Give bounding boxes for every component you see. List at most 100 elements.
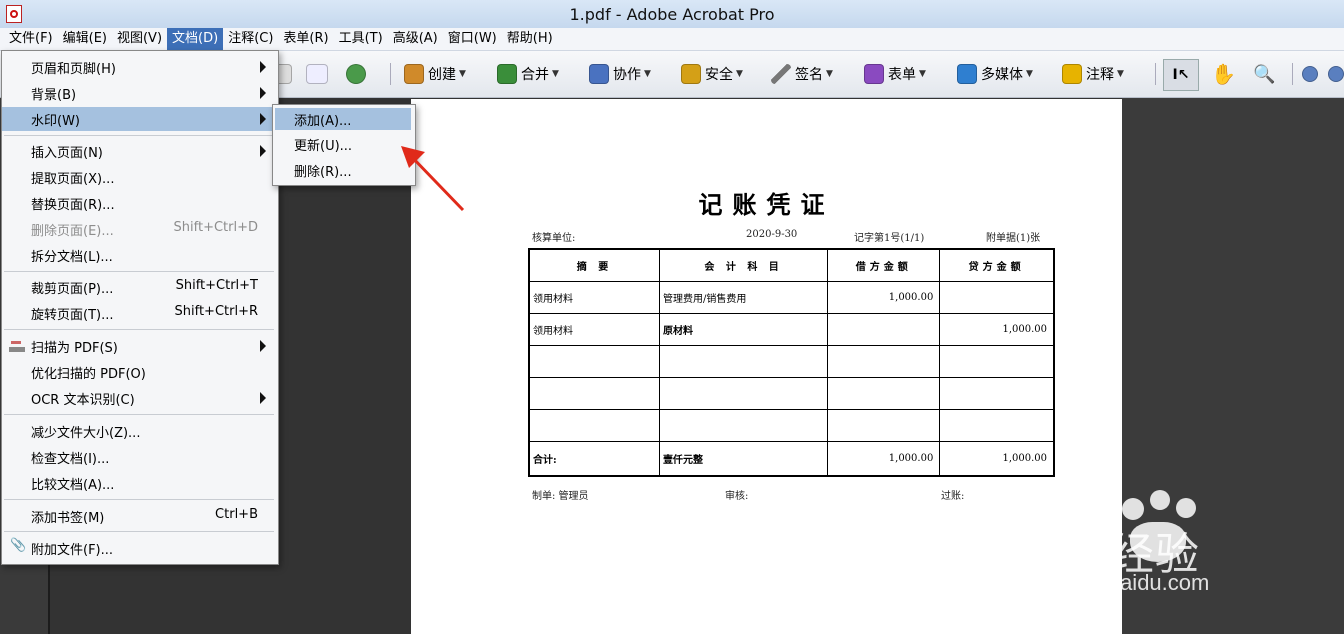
title-bar: 1.pdf - Adobe Acrobat Pro bbox=[0, 0, 1344, 28]
menu-item-optimize-scanned-pdf[interactable]: 优化扫描的 PDF(O) bbox=[2, 360, 278, 384]
menu-item-replace-pages[interactable]: 替换页面(R)... bbox=[2, 191, 278, 215]
toolbar-separator bbox=[390, 63, 391, 85]
menu-forms[interactable]: 表单(R) bbox=[278, 28, 333, 50]
collaborate-icon bbox=[589, 64, 609, 84]
menu-item-label: 拆分文档(L)... bbox=[31, 250, 113, 265]
menu-item-add-bookmark[interactable]: 添加书签(M) Ctrl+B bbox=[2, 504, 278, 528]
web-button[interactable] bbox=[346, 62, 370, 86]
cell-account: 管理费用/销售费用 bbox=[658, 281, 829, 314]
comment-label: 注释 bbox=[1086, 67, 1114, 83]
submenu-item-label: 删除(R)... bbox=[294, 165, 352, 180]
submenu-item-remove[interactable]: 删除(R)... bbox=[275, 159, 411, 181]
submenu-arrow-icon bbox=[260, 392, 266, 404]
form-icon bbox=[864, 64, 884, 84]
menu-tools[interactable]: 工具(T) bbox=[334, 28, 388, 50]
zoom-out-icon bbox=[1302, 66, 1318, 82]
menu-item-delete-pages[interactable]: 删除页面(E)... Shift+Ctrl+D bbox=[2, 217, 278, 241]
forms-label: 表单 bbox=[888, 67, 916, 83]
create-label: 创建 bbox=[428, 67, 456, 83]
collaborate-button[interactable]: 协作 ▼ bbox=[589, 62, 651, 86]
menu-item-label: OCR 文本识别(C) bbox=[31, 393, 135, 408]
select-tool-button[interactable]: I↖ bbox=[1163, 59, 1199, 91]
menu-item-rotate-pages[interactable]: 旋转页面(T)... Shift+Ctrl+R bbox=[2, 301, 278, 325]
secure-button[interactable]: 安全 ▼ bbox=[681, 62, 743, 86]
create-button[interactable]: 创建 ▼ bbox=[404, 62, 466, 86]
comment-button[interactable]: 注释 ▼ bbox=[1062, 62, 1124, 86]
menu-item-compare-documents[interactable]: 比较文档(A)... bbox=[2, 471, 278, 495]
menu-comments[interactable]: 注释(C) bbox=[223, 28, 278, 50]
pdf-page[interactable]: 记账凭证 核算单位: 2020-9-30 记字第1号(1/1) 附单据(1)张 … bbox=[411, 99, 1122, 634]
menu-document[interactable]: 文档(D) bbox=[167, 28, 224, 50]
menu-item-insert-pages[interactable]: 插入页面(N) bbox=[2, 139, 278, 163]
menu-help[interactable]: 帮助(H) bbox=[502, 28, 558, 50]
menu-item-label: 裁剪页面(P)... bbox=[31, 282, 114, 297]
hand-tool-button[interactable]: ✋ bbox=[1211, 62, 1236, 86]
document-menu-dropdown: 页眉和页脚(H) 背景(B) 水印(W) 插入页面(N) 提取页面(X)... … bbox=[1, 50, 279, 565]
cell-summary: 领用材料 bbox=[528, 313, 660, 346]
table-row: 领用材料 管理费用/销售费用 1,000.00 bbox=[528, 281, 1055, 314]
attachments-count: 附单据(1)张 bbox=[986, 233, 1041, 244]
menu-item-shortcut: Shift+Ctrl+T bbox=[175, 278, 258, 293]
sign-button[interactable]: 签名 ▼ bbox=[771, 62, 833, 86]
paw-logo-icon bbox=[1122, 498, 1144, 520]
combine-button[interactable]: 合并 ▼ bbox=[497, 62, 559, 86]
email-button[interactable] bbox=[306, 62, 332, 86]
forms-button[interactable]: 表单 ▼ bbox=[864, 62, 926, 86]
menu-edit[interactable]: 编辑(E) bbox=[58, 28, 112, 50]
hand-icon: ✋ bbox=[1211, 62, 1236, 86]
unit-label: 核算单位: bbox=[532, 233, 576, 244]
menu-item-crop-pages[interactable]: 裁剪页面(P)... Shift+Ctrl+T bbox=[2, 275, 278, 299]
menu-window[interactable]: 窗口(W) bbox=[443, 28, 502, 50]
zoom-in-button[interactable] bbox=[1328, 62, 1344, 86]
paperclip-icon: 📎 bbox=[10, 538, 27, 553]
menu-item-header-footer[interactable]: 页眉和页脚(H) bbox=[2, 55, 278, 79]
table-header-row: 摘 要 会 计 科 目 借方金额 贷方金额 bbox=[528, 248, 1055, 282]
comment-icon bbox=[1062, 64, 1082, 84]
menu-separator bbox=[4, 135, 274, 136]
menu-item-watermark[interactable]: 水印(W) bbox=[2, 107, 278, 131]
multimedia-button[interactable]: 多媒体 ▼ bbox=[957, 62, 1033, 86]
menu-item-scan-to-pdf[interactable]: 扫描为 PDF(S) bbox=[2, 334, 278, 358]
zoom-tool-button[interactable]: 🔍 bbox=[1253, 62, 1275, 86]
cell-empty bbox=[827, 377, 941, 410]
watermark-url-text: jingyan.baidu.com bbox=[1032, 570, 1210, 595]
total-row: 合计: 壹仟元整 1,000.00 1,000.00 bbox=[528, 441, 1055, 477]
window-title: 1.pdf - Adobe Acrobat Pro bbox=[569, 4, 775, 24]
menu-item-background[interactable]: 背景(B) bbox=[2, 81, 278, 105]
cell-empty bbox=[528, 409, 660, 442]
total-credit: 1,000.00 bbox=[939, 441, 1055, 477]
table-row bbox=[528, 409, 1055, 442]
collaborate-label: 协作 bbox=[613, 67, 641, 83]
voucher-number: 记字第1号(1/1) bbox=[854, 233, 925, 244]
cell-debit: 1,000.00 bbox=[827, 281, 941, 314]
submenu-arrow-icon bbox=[260, 113, 266, 125]
submenu-item-update[interactable]: 更新(U)... bbox=[275, 133, 411, 155]
paw-logo-icon bbox=[1150, 490, 1170, 510]
menu-item-label: 替换页面(R)... bbox=[31, 198, 115, 213]
submenu-item-label: 添加(A)... bbox=[294, 114, 352, 129]
menu-item-ocr[interactable]: OCR 文本识别(C) bbox=[2, 386, 278, 410]
zoom-out-button[interactable] bbox=[1302, 62, 1322, 86]
submenu-item-add[interactable]: 添加(A)... bbox=[275, 108, 411, 130]
menu-separator bbox=[4, 531, 274, 532]
menu-item-attach-file[interactable]: 📎 附加文件(F)... bbox=[2, 536, 278, 560]
cell-credit: 1,000.00 bbox=[939, 313, 1055, 346]
voucher-table: 摘 要 会 计 科 目 借方金额 贷方金额 领用材料 管理费用/销售费用 1,0… bbox=[528, 248, 1055, 477]
menu-item-label: 页眉和页脚(H) bbox=[31, 62, 116, 77]
menu-file[interactable]: 文件(F) bbox=[4, 28, 58, 50]
header-summary: 摘 要 bbox=[528, 248, 660, 282]
menu-item-reduce-file-size[interactable]: 减少文件大小(Z)... bbox=[2, 419, 278, 443]
secure-label: 安全 bbox=[705, 67, 733, 83]
cell-empty bbox=[528, 377, 660, 410]
toolbar-separator bbox=[1292, 63, 1293, 85]
menu-item-split-document[interactable]: 拆分文档(L)... bbox=[2, 243, 278, 267]
menu-item-shortcut: Ctrl+B bbox=[215, 507, 258, 522]
menu-item-extract-pages[interactable]: 提取页面(X)... bbox=[2, 165, 278, 189]
cell-empty bbox=[939, 377, 1055, 410]
submenu-arrow-icon bbox=[260, 340, 266, 352]
menu-view[interactable]: 视图(V) bbox=[112, 28, 167, 50]
cell-summary: 领用材料 bbox=[528, 281, 660, 314]
menu-item-label: 比较文档(A)... bbox=[31, 478, 115, 493]
menu-item-examine-document[interactable]: 检查文档(I)... bbox=[2, 445, 278, 469]
menu-advanced[interactable]: 高级(A) bbox=[388, 28, 443, 50]
